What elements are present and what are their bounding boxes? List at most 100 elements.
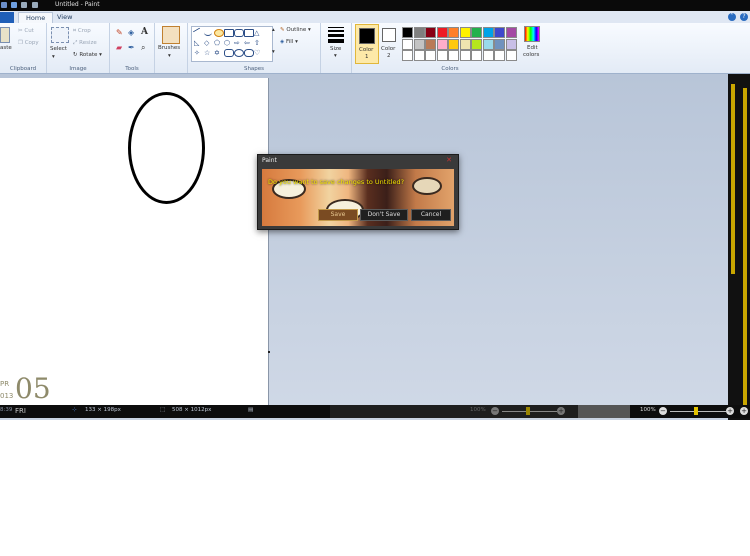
custom-color-swatch[interactable] [505,50,517,61]
custom-color-swatch[interactable] [436,50,448,61]
canvas-resize-handle[interactable] [268,351,270,353]
curve-shape-icon[interactable] [204,29,212,36]
palette-swatch[interactable] [436,38,448,50]
palette-swatch[interactable] [413,38,425,50]
palette-swatch[interactable] [494,27,505,38]
zoom-slider-thumb[interactable] [526,407,530,415]
shapes-scroll-up-icon[interactable]: ▴ [272,27,275,33]
select-dropdown-icon[interactable]: ▾ [52,54,55,60]
custom-color-swatch[interactable] [413,50,425,61]
palette-swatch[interactable] [402,38,413,50]
custom-color-swatch[interactable] [471,50,482,61]
undo-icon[interactable] [21,2,28,8]
brushes-button[interactable]: Brushes [158,45,180,51]
crop-button[interactable]: ⌗ Crop [73,28,91,35]
dont-save-button[interactable]: Don't Save [360,209,408,221]
magnifier-icon[interactable]: ⌕ [141,43,145,53]
brushes-dropdown-icon[interactable]: ▾ [168,53,171,59]
shapes-scroll-down-icon[interactable]: ▾ [272,49,275,55]
cloud-shape-icon[interactable] [244,49,254,57]
triangle-shape-icon[interactable]: △ [254,29,262,37]
star6-shape-icon[interactable]: ✡ [214,49,222,57]
pentagon-shape-icon[interactable]: ⬠ [214,39,222,47]
help-icon[interactable]: ? [740,13,748,21]
palette-swatch[interactable] [425,27,436,38]
custom-color-swatch[interactable] [402,50,413,61]
paste-button[interactable]: aste [0,45,12,51]
rounded-rectangle-shape-icon[interactable] [234,29,244,37]
palette-swatch[interactable] [471,27,482,38]
hexagon-shape-icon[interactable]: ⬡ [224,39,232,47]
custom-color-swatch[interactable] [494,50,505,61]
zoom-out-button[interactable]: − [659,407,667,415]
size-button[interactable]: Size [330,46,341,52]
star4-shape-icon[interactable]: ✧ [194,49,202,57]
right-arrow-shape-icon[interactable]: ⇨ [234,39,242,47]
palette-swatch[interactable] [436,27,448,38]
tab-view[interactable]: View [50,12,79,23]
rotate-button[interactable]: ↻ Rotate ▾ [73,52,102,58]
resize-button[interactable]: ⤢ Resize [73,40,97,47]
copy-button[interactable]: ❐ Copy [18,40,39,46]
palette-swatch[interactable] [459,27,471,38]
palette-swatch[interactable] [482,38,494,50]
up-arrow-shape-icon[interactable]: ⇧ [254,39,262,47]
cut-button[interactable]: ✂ Cut [18,28,34,34]
palette-swatch[interactable] [482,27,494,38]
callout-rect-shape-icon[interactable] [224,49,234,57]
zoom-slider-handle[interactable] [694,407,698,415]
select-button[interactable]: Select [50,46,67,52]
file-menu-button[interactable] [0,12,14,23]
save-button[interactable]: Save [318,209,358,221]
palette-swatch[interactable] [448,27,459,38]
palette-swatch[interactable] [471,38,482,50]
custom-color-swatch[interactable] [459,50,471,61]
color-picker-icon[interactable]: ✒ [128,43,135,52]
close-icon[interactable]: ✕ [444,156,454,164]
rectangle-shape-icon[interactable] [224,29,234,37]
zoom-slider[interactable] [670,411,726,412]
palette-swatch[interactable] [494,38,505,50]
palette-swatch[interactable] [505,27,517,38]
callout-oval-shape-icon[interactable] [234,49,244,57]
size-dropdown-icon[interactable]: ▾ [334,53,337,59]
palette-swatch[interactable] [505,38,517,50]
brush-icon[interactable] [162,26,180,44]
fill-button[interactable]: ◈ Fill ▾ [280,39,298,45]
oval-shape-icon[interactable] [214,29,224,37]
paste-icon[interactable] [0,27,10,43]
minimize-ribbon-icon[interactable]: ˄ [727,13,736,21]
eraser-icon[interactable]: ▰ [116,43,122,52]
palette-swatch[interactable] [459,38,471,50]
outline-button[interactable]: ✎ Outline ▾ [280,27,311,33]
cancel-button[interactable]: Cancel [411,209,451,221]
heart-shape-icon[interactable]: ♡ [254,49,262,57]
line-shape-icon[interactable] [192,27,204,38]
edit-colors-icon[interactable] [524,26,540,42]
star5-shape-icon[interactable]: ☆ [204,49,212,57]
color2-button[interactable]: Color 2 [378,24,400,62]
size-lines-icon[interactable] [328,27,344,43]
custom-color-swatch[interactable] [448,50,459,61]
palette-swatch[interactable] [425,38,436,50]
fill-bucket-icon[interactable]: ◈ [128,28,134,37]
zoom-out-icon[interactable]: − [491,407,499,415]
gadget-add-icon[interactable]: + [740,407,748,415]
custom-color-swatch[interactable] [425,50,436,61]
zoom-in-button[interactable]: + [726,407,734,415]
left-arrow-shape-icon[interactable]: ⇦ [244,39,252,47]
pencil-icon[interactable]: ✎ [116,28,123,37]
save-icon[interactable] [11,2,18,8]
redo-icon[interactable] [31,2,38,8]
palette-swatch[interactable] [413,27,425,38]
edit-colors-label-2[interactable]: colors [523,52,539,58]
color1-button[interactable]: Color 1 [355,24,379,64]
zoom-in-icon[interactable]: + [557,407,565,415]
palette-swatch[interactable] [402,27,413,38]
app-menu-icon[interactable] [1,2,7,8]
right-triangle-shape-icon[interactable]: ◺ [194,39,202,47]
diamond-shape-icon[interactable]: ◇ [204,39,212,47]
edit-colors-label[interactable]: Edit [527,45,538,51]
text-tool-icon[interactable]: A [141,27,148,37]
polygon-shape-icon[interactable] [244,29,254,37]
